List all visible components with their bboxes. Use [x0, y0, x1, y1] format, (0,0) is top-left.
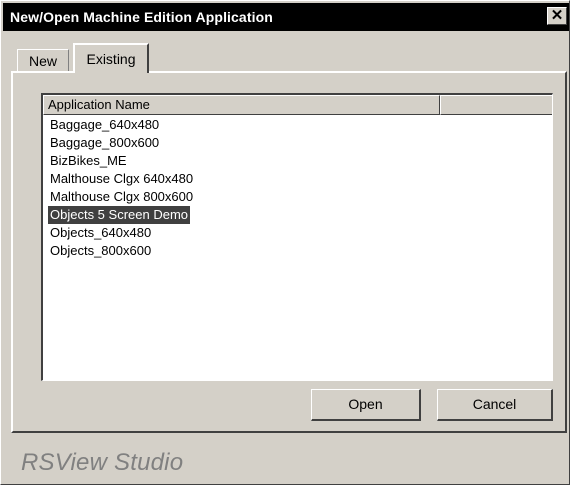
list-item[interactable]: Objects_640x480: [48, 224, 153, 242]
list-item[interactable]: Malthouse Clgx 800x600: [48, 188, 195, 206]
list-item[interactable]: Malthouse Clgx 640x480: [48, 170, 195, 188]
tab-panel-existing: Application Name Baggage_640x480 Baggage…: [11, 71, 567, 433]
title-bar[interactable]: New/Open Machine Edition Application ✕: [3, 3, 569, 31]
column-header-empty[interactable]: [440, 95, 552, 115]
tab-existing[interactable]: Existing: [73, 43, 149, 73]
close-button[interactable]: ✕: [547, 7, 567, 25]
application-rows: Baggage_640x480 Baggage_800x600 BizBikes…: [48, 116, 548, 260]
tab-new[interactable]: New: [17, 49, 69, 73]
brand-label: RSView Studio: [21, 449, 184, 476]
list-item[interactable]: BizBikes_ME: [48, 152, 129, 170]
column-header-application-name[interactable]: Application Name: [43, 95, 440, 115]
list-header: Application Name: [43, 95, 552, 115]
window-title: New/Open Machine Edition Application: [10, 9, 273, 25]
list-item[interactable]: Baggage_640x480: [48, 116, 161, 134]
dialog-window: New/Open Machine Edition Application ✕ N…: [0, 0, 570, 485]
list-item[interactable]: Objects_800x600: [48, 242, 153, 260]
application-list[interactable]: Application Name Baggage_640x480 Baggage…: [41, 93, 553, 381]
close-icon: ✕: [550, 7, 564, 24]
open-button[interactable]: Open: [311, 389, 421, 421]
list-item-selected[interactable]: Objects 5 Screen Demo: [48, 206, 191, 224]
list-item[interactable]: Baggage_800x600: [48, 134, 161, 152]
cancel-button[interactable]: Cancel: [437, 389, 553, 421]
